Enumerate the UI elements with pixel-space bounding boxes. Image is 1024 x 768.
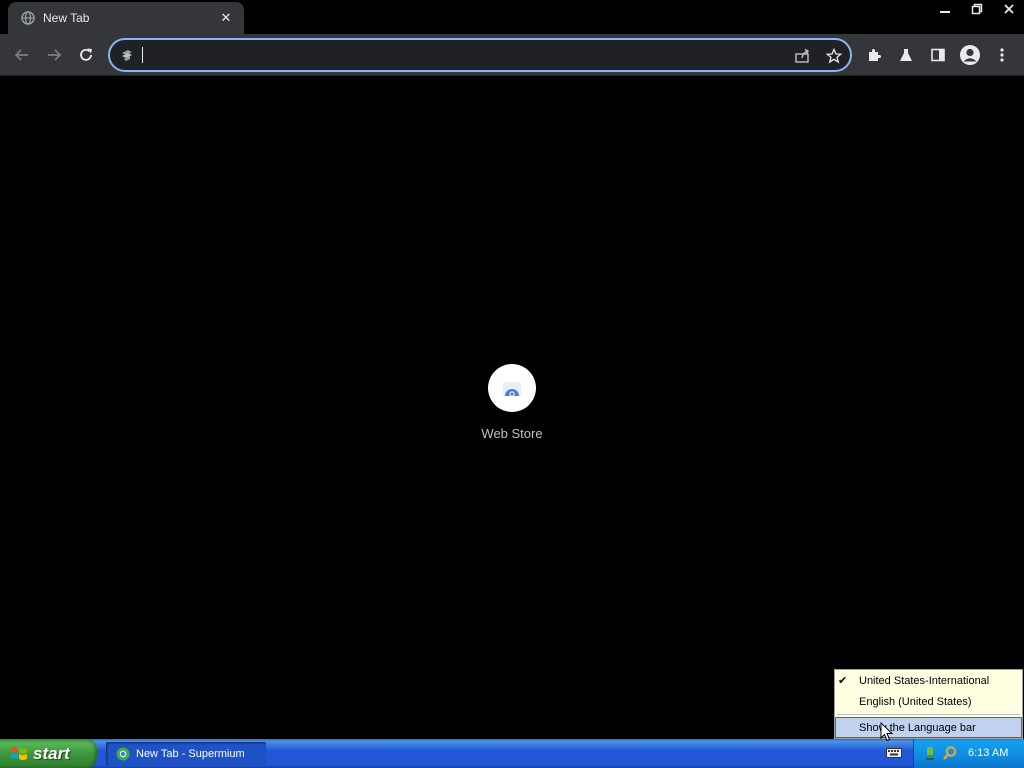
tab-title: New Tab — [43, 11, 90, 25]
forward-arrow-icon — [48, 49, 62, 61]
address-bar[interactable] — [108, 38, 852, 72]
new-tab-page: Web Store — [0, 76, 1024, 739]
keyboard-language-icon[interactable] — [886, 747, 902, 759]
minimize-button[interactable] — [930, 0, 960, 18]
window-controls — [928, 0, 1024, 20]
globe-icon — [21, 11, 35, 25]
taskbar-window-title: New Tab - Supermium — [136, 747, 245, 760]
checkmark-icon: ✔ — [838, 675, 848, 687]
shortcut-web-store[interactable]: Web Store — [472, 364, 552, 448]
menu-item-show-language-bar[interactable]: Show the Language bar — [835, 717, 1022, 738]
windows-flag-icon — [10, 745, 28, 763]
back-arrow-icon — [14, 49, 28, 61]
reload-icon — [80, 48, 92, 61]
mouse-pointer-icon — [880, 722, 894, 742]
start-label: start — [33, 743, 70, 763]
close-window-button[interactable] — [994, 0, 1024, 18]
search-tray-icon[interactable] — [942, 745, 958, 761]
network-tray-icon[interactable] — [924, 745, 940, 761]
menu-item-label: Show the Language bar — [859, 721, 976, 734]
web-store-icon — [488, 364, 536, 412]
extensions-puzzle-icon[interactable] — [862, 43, 886, 67]
bookmark-star-icon[interactable] — [824, 46, 844, 66]
system-clock[interactable]: 6:13 AM — [968, 747, 1008, 759]
menu-item-label: English (United States) — [859, 695, 972, 708]
taskbar-window-button[interactable]: New Tab - Supermium — [106, 742, 266, 765]
labs-flask-icon[interactable] — [894, 43, 918, 67]
search-engine-icon — [120, 48, 134, 62]
tab-close-icon[interactable]: ✕ — [218, 10, 234, 26]
address-input[interactable] — [140, 45, 764, 67]
forward-button[interactable] — [42, 43, 66, 67]
menu-item-english-united-states[interactable]: English (United States) — [835, 691, 1022, 712]
menu-kebab-icon[interactable] — [990, 43, 1014, 67]
supermium-icon — [116, 747, 130, 761]
menu-separator — [837, 714, 1020, 715]
taskbar: start New Tab - Supermium 6:13 AM — [0, 739, 1024, 768]
back-button[interactable] — [10, 43, 34, 67]
start-button[interactable]: start — [0, 739, 97, 768]
text-caret — [142, 47, 143, 63]
system-tray: 6:13 AM — [913, 739, 1024, 768]
restore-button[interactable] — [962, 0, 992, 18]
share-icon[interactable] — [792, 46, 812, 66]
reload-button[interactable] — [74, 43, 98, 67]
tab-strip: New Tab ✕ — [0, 0, 1024, 34]
tab-new-tab[interactable]: New Tab ✕ — [8, 2, 244, 34]
browser-toolbar — [0, 34, 1024, 76]
menu-item-united-states-international[interactable]: ✔ United States-International — [835, 670, 1022, 691]
menu-item-label: United States-International — [859, 674, 990, 687]
profile-avatar-icon[interactable] — [958, 43, 982, 67]
side-panel-icon[interactable] — [926, 43, 950, 67]
shortcut-label: Web Store — [481, 426, 543, 441]
language-context-menu: ✔ United States-International English (U… — [834, 669, 1023, 739]
